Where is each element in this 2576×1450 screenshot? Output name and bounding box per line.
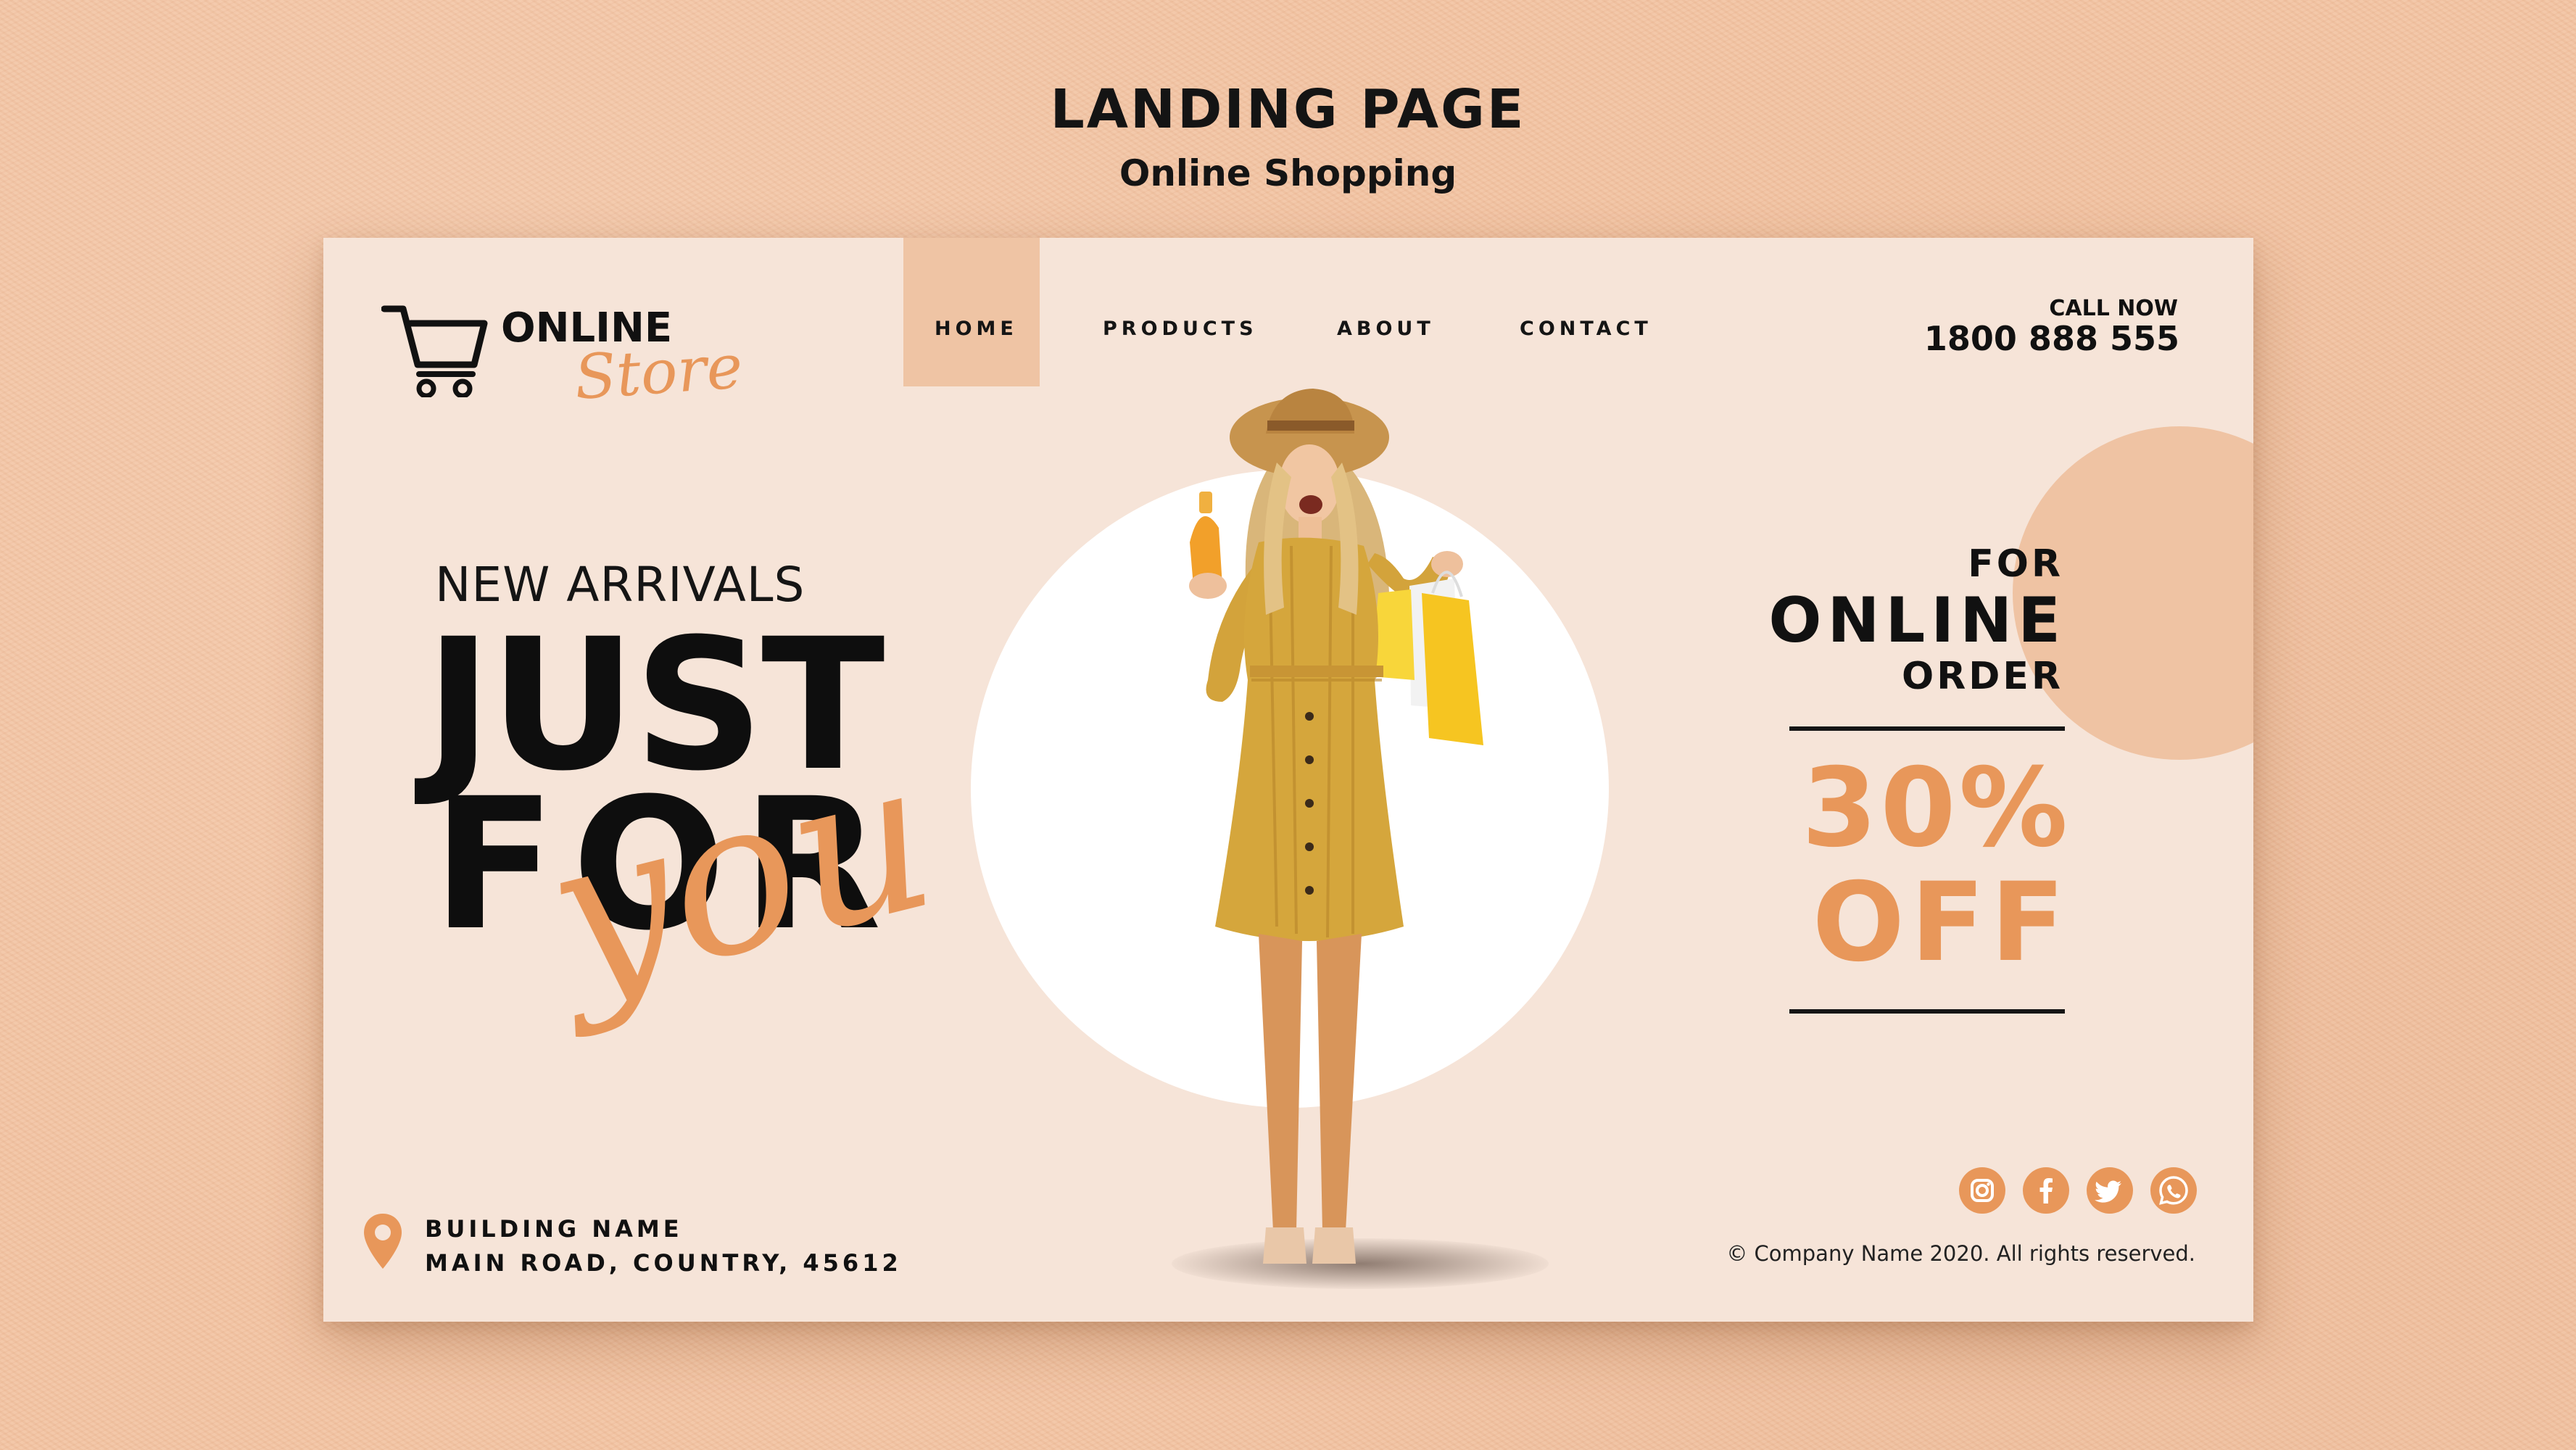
phone-number[interactable]: 1800 888 555 — [1924, 319, 2179, 358]
frame-title: LANDING PAGE — [1050, 78, 1526, 141]
promo-divider-top — [1789, 726, 2065, 731]
logo-text-store: Store — [572, 331, 745, 413]
promo-divider-bottom — [1789, 1009, 2065, 1014]
frame-subtitle: Online Shopping — [1119, 152, 1457, 194]
landing-page-card: ONLINE Store HOME PRODUCTS ABOUT CONTACT… — [323, 238, 2253, 1322]
nav-home[interactable]: HOME — [935, 318, 1018, 340]
promo-line2: ONLINE — [1768, 584, 2066, 657]
nav-contact[interactable]: CONTACT — [1520, 318, 1652, 340]
shopping-cart-icon — [381, 305, 488, 397]
nav-products[interactable]: PRODUCTS — [1103, 318, 1258, 340]
facebook-icon[interactable] — [2023, 1167, 2069, 1214]
nav-about[interactable]: ABOUT — [1337, 318, 1435, 340]
promo-line1: FOR — [1968, 542, 2063, 586]
promo-off: OFF — [1812, 860, 2071, 986]
nav-active-highlight — [903, 238, 1040, 386]
twitter-icon[interactable] — [2087, 1167, 2133, 1214]
location-pin-icon — [364, 1214, 402, 1269]
address-line1: BUILDING NAME — [425, 1215, 683, 1243]
address-line2: MAIN ROAD, COUNTRY, 45612 — [425, 1249, 902, 1277]
instagram-icon[interactable] — [1959, 1167, 2005, 1214]
promo-discount: 30% — [1801, 745, 2071, 871]
model-photo — [1189, 389, 1483, 1264]
whatsapp-icon[interactable] — [2150, 1167, 2197, 1214]
copyright-text: © Company Name 2020. All rights reserved… — [1726, 1241, 2195, 1266]
call-now-label: CALL NOW — [2049, 296, 2178, 321]
store-logo[interactable]: ONLINE Store — [381, 296, 745, 413]
promo-line3: ORDER — [1902, 655, 2063, 698]
